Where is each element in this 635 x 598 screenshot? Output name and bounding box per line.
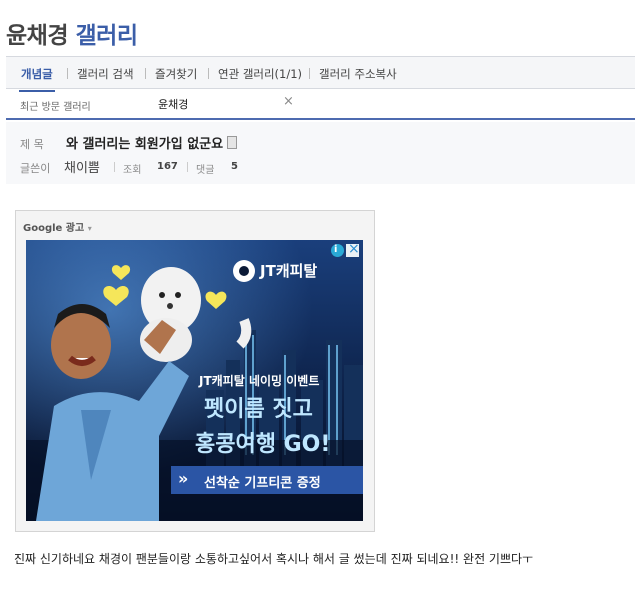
tab-favorites[interactable]: 즐겨찾기: [155, 66, 197, 82]
post-subject: 와 갤러리는 회원가입 없군요: [66, 133, 238, 152]
ad-cta-text: 선착순 기프티콘 증정: [204, 476, 321, 491]
post-subject-text: 와 갤러리는 회원가입 없군요: [66, 137, 224, 152]
ad-headline-2: 홍콩여행 GO!: [195, 432, 331, 457]
close-icon[interactable]: ×: [283, 94, 294, 109]
meta-divider: [187, 162, 188, 172]
ad-event-text: JT캐피탈 네이밍 이벤트: [199, 374, 320, 388]
views-label: 조회: [123, 165, 142, 176]
views-count: 167: [157, 161, 178, 172]
tab-divider: [145, 68, 146, 79]
google-ad-label[interactable]: Google 광고 ▾: [23, 219, 92, 234]
gallery-word: 갤러리: [75, 23, 138, 49]
gallery-title[interactable]: 윤채경 갤러리: [6, 16, 138, 50]
tab-copy-address[interactable]: 갤러리 주소복사: [319, 66, 397, 82]
memo-icon: [227, 136, 238, 149]
ad-close-icon[interactable]: ×: [348, 241, 360, 257]
recent-visited-bar: 최근 방문 갤러리 윤채경 ×: [6, 90, 635, 120]
ad-info-icon[interactable]: i: [334, 244, 337, 255]
post-header: 제 목 와 갤러리는 회원가입 없군요 글쓴이 채이쁨 조회 167 댓글 5: [6, 122, 635, 184]
recent-visited-label: 최근 방문 갤러리: [20, 102, 91, 113]
recent-visited-item[interactable]: 윤채경: [158, 96, 188, 112]
ad-banner[interactable]: i × JT캐피탈 JT캐피탈 네이밍 이벤트 펫이름 짓고 홍콩여행 GO! …: [26, 240, 363, 521]
comments-label: 댓글: [196, 165, 215, 176]
tab-gallery-search[interactable]: 갤러리 검색: [77, 66, 134, 82]
google-ad-box: Google 광고 ▾ i × JT캐피탈 JT캐피탈 네이밍 이벤트 펫이름 …: [15, 210, 375, 532]
tab-divider: [309, 68, 310, 79]
google-ad-label-text: Google 광고: [23, 223, 85, 234]
tab-concept-posts[interactable]: 개념글: [19, 66, 55, 92]
subject-label: 제 목: [20, 138, 44, 151]
gallery-name: 윤채경: [6, 23, 68, 49]
meta-divider: [114, 162, 115, 172]
ad-headline-1: 펫이름 짓고: [204, 397, 313, 422]
tab-divider: [208, 68, 209, 79]
tab-related-galleries[interactable]: 연관 갤러리(1/1): [218, 66, 302, 82]
post-author[interactable]: 채이쁨: [64, 157, 100, 176]
author-label: 글쓴이: [20, 162, 51, 175]
tab-divider: [67, 68, 68, 79]
ad-brand-logo: JT캐피탈: [260, 262, 318, 280]
ad-cta-arrow-icon: »: [178, 469, 189, 488]
chevron-down-icon: ▾: [87, 224, 92, 233]
post-body-text: 진짜 신기하네요 채경이 팬분들이랑 소통하고싶어서 혹시나 해서 글 썼는데 …: [14, 552, 534, 566]
gallery-tab-bar: 개념글 갤러리 검색 즐겨찾기 연관 갤러리(1/1) 갤러리 주소복사: [6, 56, 635, 92]
comments-count: 5: [231, 161, 238, 172]
